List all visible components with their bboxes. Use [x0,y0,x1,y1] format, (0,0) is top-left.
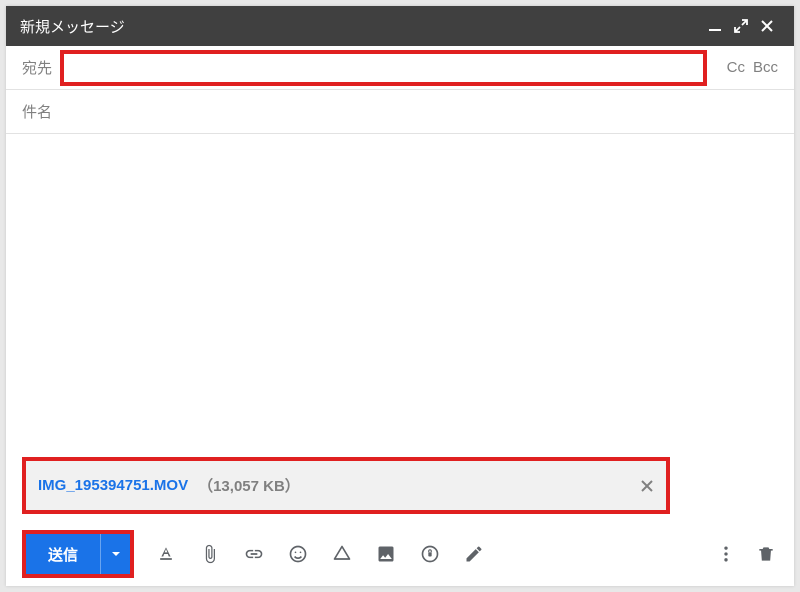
expand-icon[interactable] [728,13,754,39]
text-format-icon[interactable] [154,542,178,566]
drive-icon[interactable] [330,542,354,566]
confidential-icon[interactable] [418,542,442,566]
compose-window: 新規メッセージ 宛先 Cc Bcc 件名 IMG_195394751.M [6,6,794,586]
close-icon[interactable] [754,13,780,39]
remove-attachment-icon[interactable] [640,479,654,493]
link-icon[interactable] [242,542,266,566]
attachment-section: IMG_195394751.MOV （13,057 KB） [6,457,794,522]
message-body[interactable] [6,134,794,457]
send-button[interactable]: 送信 [26,534,100,574]
bcc-toggle[interactable]: Bcc [753,59,778,76]
cc-bcc-group: Cc Bcc [727,59,778,76]
attach-icon[interactable] [198,542,222,566]
to-input[interactable] [64,50,703,86]
subject-row: 件名 [6,90,794,134]
subject-input[interactable] [60,94,778,130]
image-icon[interactable] [374,542,398,566]
emoji-icon[interactable] [286,542,310,566]
window-title: 新規メッセージ [20,16,702,37]
toolbar-right [714,542,778,566]
cc-toggle[interactable]: Cc [727,59,745,76]
to-label: 宛先 [22,57,52,78]
more-icon[interactable] [714,542,738,566]
to-input-highlight [60,50,707,86]
trash-icon[interactable] [754,542,778,566]
attachment-chip[interactable]: IMG_195394751.MOV （13,057 KB） [22,457,670,514]
attachment-size: （13,057 KB） [198,475,300,496]
subject-label: 件名 [22,101,52,122]
titlebar: 新規メッセージ [6,6,794,46]
minimize-button[interactable] [702,13,728,39]
pen-icon[interactable] [462,542,486,566]
send-button-highlight: 送信 [22,530,134,578]
compose-toolbar: 送信 [6,522,794,586]
send-more-button[interactable] [100,534,130,574]
formatting-tools [154,542,486,566]
to-row: 宛先 Cc Bcc [6,46,794,90]
attachment-filename: IMG_195394751.MOV [38,477,188,494]
